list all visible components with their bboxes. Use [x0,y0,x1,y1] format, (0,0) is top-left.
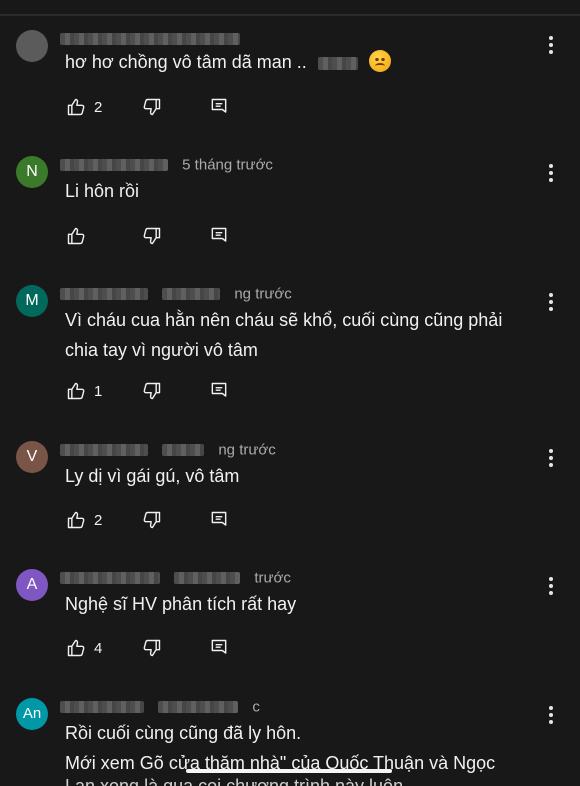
reply-icon [211,227,227,242]
comment-meta: 5 tháng trước [60,156,273,174]
like-button[interactable]: 2 [66,510,102,530]
reply-button[interactable] [209,381,229,401]
reply-icon [211,382,227,397]
comment-actions: 2 [66,509,227,531]
like-button[interactable]: 1 [66,381,102,401]
comment-actions: 2 [66,96,227,118]
like-count: 2 [94,511,103,529]
comment-actions [66,225,227,247]
thumb-down-icon [143,639,161,657]
more-options-button[interactable] [544,447,558,467]
comment-time: ng trước [234,285,292,303]
avatar[interactable]: A [16,569,48,601]
more-options-button[interactable] [544,575,558,595]
more-options-button[interactable] [544,704,558,724]
comment-meta: c [60,698,260,716]
comment-time: 5 tháng trước [182,156,273,174]
thumb-up-icon [67,98,85,116]
comment-text: Ly dị vì gái gú, vô tâm [65,466,240,486]
thumb-down-icon [143,227,161,245]
comment-time: ng trước [218,441,276,459]
comment-actions: 1 [66,380,227,402]
thumb-down-icon [143,511,161,529]
like-count: 2 [94,98,103,116]
comment-actions: 4 [66,637,227,659]
comment-meta: ng trước [60,441,276,459]
dislike-button[interactable] [142,638,162,658]
comment-text: Li hôn rồi [65,181,140,201]
avatar[interactable] [16,30,48,62]
comment-text-line: Rồi cuối cùng cũng đã ly hôn. [65,723,302,743]
top-divider [0,14,580,16]
thumb-up-icon [67,639,85,657]
dislike-button[interactable] [142,381,162,401]
reply-button[interactable] [209,510,229,530]
reply-icon [211,98,227,113]
like-button[interactable]: 2 [66,97,102,117]
dislike-button[interactable] [142,226,162,246]
comment-text: Vì cháu cua hằn nên cháu sẽ khổ, cuối cù… [65,310,503,360]
avatar[interactable]: An [16,698,48,730]
like-button[interactable] [66,226,86,246]
avatar[interactable]: N [16,156,48,188]
like-button[interactable]: 4 [66,638,102,658]
comment-text: Nghệ sĩ HV phân tích rất hay [65,594,297,614]
reply-button[interactable] [209,97,229,117]
home-indicator-bar [186,769,392,773]
angry-face-icon [368,50,391,72]
thumb-down-icon [143,382,161,400]
dislike-button[interactable] [142,510,162,530]
comment-meta: ng trước [60,285,292,303]
like-count: 1 [94,382,103,400]
more-options-button[interactable] [544,34,558,54]
comment-meta [60,30,242,48]
more-options-button[interactable] [544,291,558,311]
thumb-up-icon [67,227,85,245]
like-count: 4 [94,639,103,657]
reply-button[interactable] [209,226,229,246]
comment-time: trước [254,569,291,587]
avatar[interactable]: V [16,441,48,473]
comment-text-line: Lan xong là qua coi chương trình này luô… [65,776,404,786]
comment-meta: trước [60,569,291,587]
thumb-up-icon [67,511,85,529]
thumb-up-icon [67,382,85,400]
reply-icon [211,639,227,654]
more-options-button[interactable] [544,162,558,182]
comment-text: hơ hơ chồng vô tâm dã man .. [65,47,536,77]
reply-icon [211,511,227,526]
dislike-button[interactable] [142,97,162,117]
avatar[interactable]: M [16,285,48,317]
reply-button[interactable] [209,638,229,658]
thumb-down-icon [143,98,161,116]
comment-time: c [252,698,260,716]
comment-text-line: Mới xem Gõ cửa thăm nhà" của Quốc Thuận … [65,753,496,773]
